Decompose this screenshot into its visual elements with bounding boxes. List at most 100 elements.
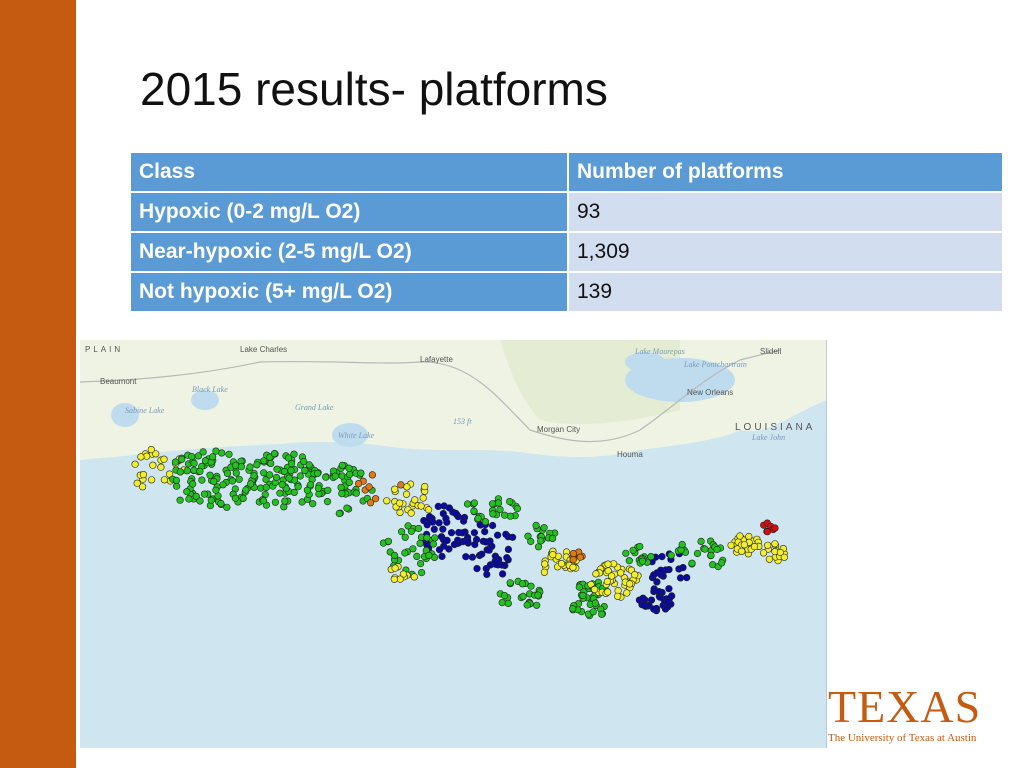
platform-dot-blue (683, 574, 691, 582)
platform-dot-blue (639, 601, 648, 609)
platform-dot-blue (445, 504, 454, 512)
platform-dot-green (171, 458, 179, 466)
platform-dot-yellow (403, 483, 411, 491)
platform-dot-green (212, 486, 220, 494)
platform-dot-green (346, 470, 354, 478)
platform-dot-yellow (157, 463, 165, 471)
platform-dot-blue (481, 528, 489, 536)
platform-dot-green (513, 505, 522, 513)
platform-dot-yellow (160, 476, 168, 484)
platform-dot-blue (468, 553, 477, 561)
platform-dot-yellow (569, 563, 577, 571)
platform-dot-green (209, 453, 217, 461)
platform-map: PLAIN Lake Charles Lafayette Beaumont Black … (80, 340, 827, 748)
platform-dot-yellow (626, 580, 634, 588)
platform-dot-green (352, 489, 360, 497)
platform-dot-yellow (402, 490, 411, 498)
platform-dot-green (185, 495, 193, 503)
platform-dot-green (190, 459, 198, 467)
platform-dot-yellow (391, 564, 399, 572)
platform-dot-blue (658, 553, 666, 561)
platform-dot-green (625, 557, 633, 565)
platform-dot-green (527, 582, 535, 590)
platform-dot-green (337, 483, 345, 491)
platform-dot-green (345, 478, 353, 486)
platform-dot-green (206, 471, 214, 479)
platform-dot-blue (440, 542, 448, 550)
platform-dot-green (217, 499, 225, 508)
platform-dot-green (309, 500, 317, 508)
platform-dot-yellow (540, 568, 549, 576)
platform-dot-green (401, 533, 409, 541)
platform-dot-green (647, 553, 655, 561)
platform-dot-blue (656, 593, 664, 601)
platform-dot-blue (483, 570, 491, 578)
platform-dot-green (357, 469, 365, 477)
map-label: Black Lake (192, 385, 228, 394)
platform-dot-blue (426, 513, 434, 521)
map-label: Slidell (760, 347, 782, 356)
platform-dot-green (629, 546, 637, 554)
platform-dot-green (223, 469, 232, 477)
platform-dot-green (247, 480, 255, 488)
platform-dot-blue (485, 546, 493, 554)
platform-dot-green (183, 488, 191, 496)
platform-dot-yellow (738, 547, 746, 555)
platform-dot-blue (650, 605, 658, 613)
platform-dot-blue (470, 529, 479, 537)
platform-dot-blue (435, 519, 443, 527)
platform-dot-yellow (590, 585, 599, 594)
platform-dot-green (314, 484, 322, 492)
platform-dot-green (207, 496, 215, 504)
map-label: White Lake (338, 431, 375, 440)
platform-dot-green (196, 497, 204, 505)
platform-dot-red (771, 524, 779, 532)
platform-dot-green (301, 466, 309, 474)
platform-dot-green (418, 569, 426, 577)
map-label: Beaumont (100, 377, 137, 386)
platform-dot-green (463, 500, 472, 508)
platform-dot-green (190, 466, 198, 474)
platform-dot-green (470, 507, 478, 515)
platform-dot-green (688, 559, 696, 567)
platform-dot-yellow (133, 479, 141, 487)
platform-dot-green (296, 472, 304, 480)
map-label: Houma (617, 450, 643, 459)
map-label: Sabine Lake (125, 406, 165, 415)
row-class: Near-hypoxic (2-5 mg/L O2) (129, 231, 569, 273)
row-count: 1,309 (567, 231, 1004, 273)
map-label: Lake John (751, 433, 785, 442)
platform-dot-yellow (137, 453, 145, 461)
platform-dot-green (200, 490, 208, 498)
platform-dot-green (431, 534, 439, 542)
platform-dot-blue (460, 517, 468, 525)
platform-dot-green (198, 476, 206, 484)
platform-dot-green (622, 549, 630, 557)
platform-dot-yellow (407, 509, 415, 517)
platform-dot-green (273, 465, 281, 473)
platform-dot-green (549, 534, 557, 542)
platform-dot-yellow (604, 560, 612, 568)
platform-dot-green (425, 551, 433, 559)
platform-dot-green (172, 476, 180, 484)
platform-dot-yellow (417, 502, 425, 510)
platform-dot-green (533, 601, 541, 609)
platform-dot-yellow (557, 560, 566, 568)
map-label: PLAIN (85, 345, 123, 354)
map-label: Lafayette (420, 355, 453, 364)
platform-dot-blue (665, 585, 673, 593)
platform-dot-yellow (608, 572, 616, 580)
platform-dot-green (290, 488, 298, 496)
platform-dot-green (300, 457, 308, 466)
map-label: 153 ft (453, 417, 472, 426)
platform-dot-yellow (736, 532, 744, 540)
platform-dot-orange (365, 483, 373, 491)
logo-wordmark: TEXAS (828, 681, 982, 732)
platform-dot-green (338, 490, 346, 498)
platform-dot-yellow (425, 506, 433, 514)
platform-dot-green (196, 467, 204, 475)
platform-dot-yellow (411, 496, 419, 504)
platform-dot-green (693, 549, 702, 558)
platform-dot-green (717, 559, 726, 567)
platform-dot-green (322, 473, 330, 481)
